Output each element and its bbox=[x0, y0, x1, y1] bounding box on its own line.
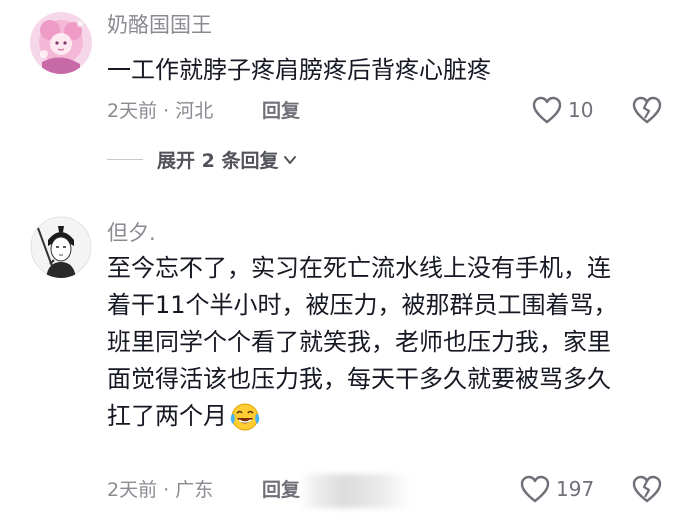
comment-author[interactable]: 但夕. bbox=[107, 220, 156, 246]
comment-2: 但夕. 至今忘不了，实习在死亡流水线上没有手机，连 着干11个半小时，被压力，被… bbox=[0, 0, 690, 521]
like-count: 197 bbox=[556, 477, 595, 501]
like-button[interactable]: 197 bbox=[520, 475, 594, 503]
comment-text-line: 班里同学个个看了就笑我，老师也压力我，家里 bbox=[107, 328, 611, 356]
comment-text-line: 至今忘不了，实习在死亡流水线上没有手机，连 bbox=[107, 254, 611, 282]
blur-overlay bbox=[300, 474, 410, 508]
comment-text: 至今忘不了，实习在死亡流水线上没有手机，连 着干11个半小时，被压力，被那群员工… bbox=[107, 250, 618, 435]
comment-text-line-with-emoji: 扛了两个月 bbox=[107, 398, 618, 435]
laughing-crying-emoji-icon bbox=[230, 403, 260, 431]
comment-text-line: 扛了两个月 bbox=[107, 402, 227, 430]
comment-text-line: 着干11个半小时，被压力，被那群员工围着骂， bbox=[107, 291, 618, 319]
avatar[interactable] bbox=[30, 216, 92, 278]
dislike-button[interactable] bbox=[632, 475, 662, 507]
broken-heart-icon bbox=[632, 475, 662, 503]
comment-text-line: 面觉得活该也压力我，每天干多久就要被骂多久 bbox=[107, 365, 611, 393]
avatar-ink-samurai-icon bbox=[30, 216, 92, 278]
comment-meta: 2天前 · 广东 bbox=[107, 479, 214, 501]
heart-icon bbox=[520, 475, 550, 503]
reply-button[interactable]: 回复 bbox=[262, 478, 300, 502]
